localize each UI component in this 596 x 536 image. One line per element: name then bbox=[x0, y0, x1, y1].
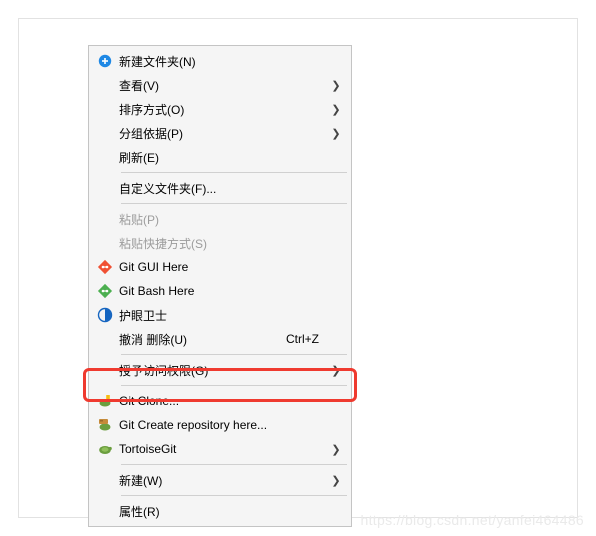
menu-item-label: 粘贴快捷方式(S) bbox=[119, 235, 331, 252]
tortoise-create-icon bbox=[91, 413, 119, 437]
icon-empty bbox=[91, 327, 119, 351]
menu-item-label: Git Create repository here... bbox=[119, 418, 331, 432]
menu-item-git-gui-here[interactable]: Git GUI Here bbox=[91, 255, 349, 279]
menu-item-r[interactable]: 属性(R) bbox=[91, 499, 349, 523]
context-menu: 新建文件夹(N)查看(V)❯排序方式(O)❯分组依据(P)❯刷新(E)自定义文件… bbox=[88, 45, 352, 527]
git-gui-icon bbox=[91, 255, 119, 279]
menu-item-e[interactable]: 刷新(E) bbox=[91, 145, 349, 169]
icon-empty bbox=[91, 176, 119, 200]
icon-empty bbox=[91, 145, 119, 169]
menu-item-label: 自定义文件夹(F)... bbox=[119, 180, 331, 197]
menu-item-label: 查看(V) bbox=[119, 77, 331, 94]
icon-empty bbox=[91, 468, 119, 492]
menu-item-s: 粘贴快捷方式(S) bbox=[91, 231, 349, 255]
menu-item-u[interactable]: 撤消 删除(U)Ctrl+Z bbox=[91, 327, 349, 351]
submenu-arrow-icon: ❯ bbox=[331, 364, 341, 377]
menu-item-label: 刷新(E) bbox=[119, 149, 331, 166]
menu-separator bbox=[121, 203, 347, 204]
menu-separator bbox=[121, 495, 347, 496]
menu-item-label: TortoiseGit bbox=[119, 442, 331, 456]
menu-separator bbox=[121, 385, 347, 386]
submenu-arrow-icon: ❯ bbox=[331, 103, 341, 116]
tortoise-clone-icon bbox=[91, 389, 119, 413]
icon-empty bbox=[91, 73, 119, 97]
menu-item-label: 属性(R) bbox=[119, 503, 331, 520]
menu-separator bbox=[121, 354, 347, 355]
menu-item-git-clone[interactable]: Git Clone... bbox=[91, 389, 349, 413]
menu-item-label: Git GUI Here bbox=[119, 260, 331, 274]
menu-separator bbox=[121, 464, 347, 465]
menu-item-label: 护眼卫士 bbox=[119, 307, 331, 324]
submenu-arrow-icon: ❯ bbox=[331, 443, 341, 456]
menu-item-label: 授予访问权限(G) bbox=[119, 362, 331, 379]
menu-item-p[interactable]: 分组依据(P)❯ bbox=[91, 121, 349, 145]
menu-item-label: 粘贴(P) bbox=[119, 211, 331, 228]
menu-item-n[interactable]: 新建文件夹(N) bbox=[91, 49, 349, 73]
eye-guard-icon bbox=[91, 303, 119, 327]
icon-empty bbox=[91, 358, 119, 382]
tortoise-icon bbox=[91, 437, 119, 461]
new-folder-icon bbox=[91, 49, 119, 73]
menu-item-label: 撤消 删除(U) bbox=[119, 331, 286, 348]
submenu-arrow-icon: ❯ bbox=[331, 474, 341, 487]
menu-item-w[interactable]: 新建(W)❯ bbox=[91, 468, 349, 492]
icon-empty bbox=[91, 231, 119, 255]
git-bash-icon bbox=[91, 279, 119, 303]
menu-item-v[interactable]: 查看(V)❯ bbox=[91, 73, 349, 97]
icon-empty bbox=[91, 499, 119, 523]
menu-item-label: 新建文件夹(N) bbox=[119, 53, 331, 70]
watermark-text: https://blog.csdn.net/yanfei464486 bbox=[361, 512, 584, 528]
menu-item-shortcut: Ctrl+Z bbox=[286, 332, 331, 346]
submenu-arrow-icon: ❯ bbox=[331, 127, 341, 140]
menu-item-tortoisegit[interactable]: TortoiseGit❯ bbox=[91, 437, 349, 461]
menu-item-git-bash-here[interactable]: Git Bash Here bbox=[91, 279, 349, 303]
menu-item-f[interactable]: 自定义文件夹(F)... bbox=[91, 176, 349, 200]
submenu-arrow-icon: ❯ bbox=[331, 79, 341, 92]
menu-item-label: Git Clone... bbox=[119, 394, 331, 408]
menu-item-label: Git Bash Here bbox=[119, 284, 331, 298]
menu-item-item-2[interactable]: 护眼卫士 bbox=[91, 303, 349, 327]
menu-item-p: 粘贴(P) bbox=[91, 207, 349, 231]
menu-item-g[interactable]: 授予访问权限(G)❯ bbox=[91, 358, 349, 382]
icon-empty bbox=[91, 97, 119, 121]
icon-empty bbox=[91, 121, 119, 145]
menu-item-o[interactable]: 排序方式(O)❯ bbox=[91, 97, 349, 121]
icon-empty bbox=[91, 207, 119, 231]
menu-item-git-create-repository-here[interactable]: Git Create repository here... bbox=[91, 413, 349, 437]
menu-item-label: 排序方式(O) bbox=[119, 101, 331, 118]
menu-item-label: 分组依据(P) bbox=[119, 125, 331, 142]
menu-item-label: 新建(W) bbox=[119, 472, 331, 489]
menu-separator bbox=[121, 172, 347, 173]
